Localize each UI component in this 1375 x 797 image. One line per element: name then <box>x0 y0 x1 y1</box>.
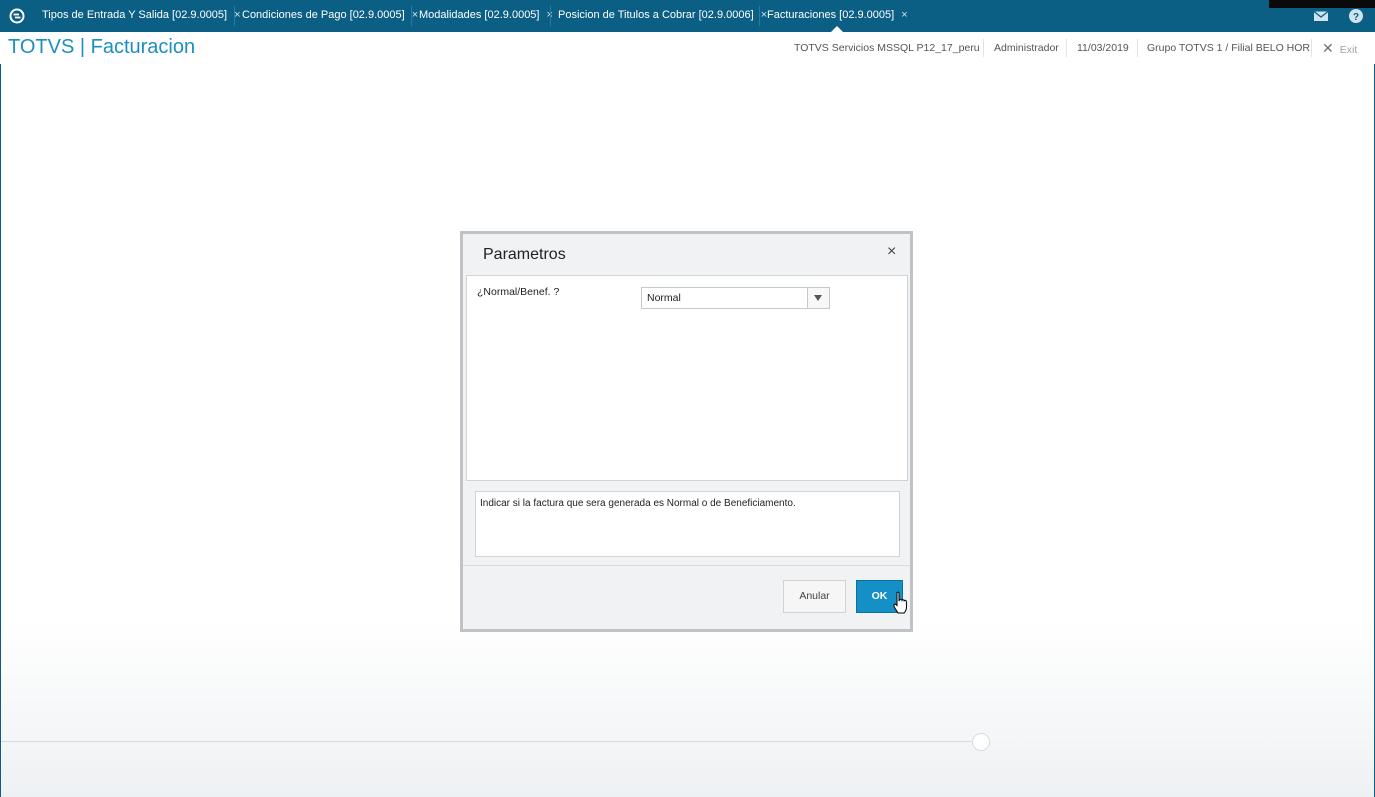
tab-divider <box>759 6 760 26</box>
totvs-logo-icon[interactable] <box>9 8 25 24</box>
cancel-button[interactable]: Anular <box>783 580 846 613</box>
header-divider <box>983 39 984 57</box>
branch-info[interactable]: Grupo TOTVS 1 / Filial BELO HOR <box>1147 32 1310 64</box>
tab-close-icon[interactable]: × <box>234 9 240 21</box>
user-info[interactable]: Administrador <box>994 32 1059 64</box>
tab-facturaciones[interactable]: Facturaciones [02.9.0005] × <box>767 0 908 32</box>
dialog-body: ¿Normal/Benef. ? Normal <box>466 275 908 481</box>
tab-posicion-titulos[interactable]: Posicion de Titulos a Cobrar [02.9.0006]… <box>558 0 767 32</box>
help-icon[interactable]: ? <box>1348 8 1364 24</box>
select-value: Normal <box>647 292 681 304</box>
tab-condiciones-pago[interactable]: Condiciones de Pago [02.9.0005] × <box>242 0 418 32</box>
tab-divider <box>234 6 235 26</box>
help-text: Indicar si la factura que sera generada … <box>480 498 796 509</box>
tab-label: Modalidades [02.9.0005] <box>419 9 540 21</box>
tab-label: Tipos de Entrada Y Salida [02.9.0005] <box>42 9 228 21</box>
mail-icon[interactable] <box>1313 8 1329 24</box>
tab-label: Posicion de Titulos a Cobrar [02.9.0006] <box>558 9 754 21</box>
hand-cursor-icon <box>893 591 908 614</box>
header-divider <box>1066 39 1067 57</box>
top-tab-bar: Tipos de Entrada Y Salida [02.9.0005] × C… <box>0 0 1375 32</box>
app-header: TOTVS | Facturacion TOTVS Servicios MSSQ… <box>0 32 1375 65</box>
date-info[interactable]: 11/03/2019 <box>1077 32 1129 64</box>
window-strip <box>1269 0 1375 8</box>
tab-divider <box>411 6 412 26</box>
tab-label: Condiciones de Pago [02.9.0005] <box>242 9 405 21</box>
svg-text:?: ? <box>1353 12 1359 23</box>
tab-modalidades[interactable]: Modalidades [02.9.0005]× <box>419 0 553 32</box>
header-divider <box>1311 39 1312 57</box>
parametros-dialog: Parametros × ¿Normal/Benef. ? Normal Ind… <box>460 231 913 632</box>
exit-label: Exit <box>1339 44 1358 56</box>
tab-tipos-entrada[interactable]: Tipos de Entrada Y Salida [02.9.0005] × <box>42 0 241 32</box>
close-icon: ✕ <box>1322 40 1334 56</box>
timeline-track <box>1 741 981 742</box>
help-text-box: Indicar si la factura que sera generada … <box>475 491 900 557</box>
param-label: ¿Normal/Benef. ? <box>477 286 560 298</box>
timeline-knob[interactable] <box>972 733 990 751</box>
environment-info[interactable]: TOTVS Servicios MSSQL P12_17_peru <box>794 32 980 64</box>
tab-close-icon[interactable]: × <box>901 9 907 21</box>
tab-divider <box>550 6 551 26</box>
header-divider <box>1137 39 1138 57</box>
chevron-down-icon[interactable] <box>807 288 829 308</box>
dialog-close-button[interactable]: × <box>887 243 896 261</box>
normal-benef-select[interactable]: Normal <box>641 287 830 309</box>
dialog-title: Parametros <box>483 246 566 263</box>
app-title: TOTVS | Facturacion <box>8 36 196 58</box>
footer-divider <box>463 565 910 566</box>
tab-close-icon[interactable]: × <box>412 9 418 21</box>
exit-button[interactable]: ✕ Exit <box>1322 32 1357 64</box>
tab-label: Facturaciones [02.9.0005] <box>767 9 895 21</box>
